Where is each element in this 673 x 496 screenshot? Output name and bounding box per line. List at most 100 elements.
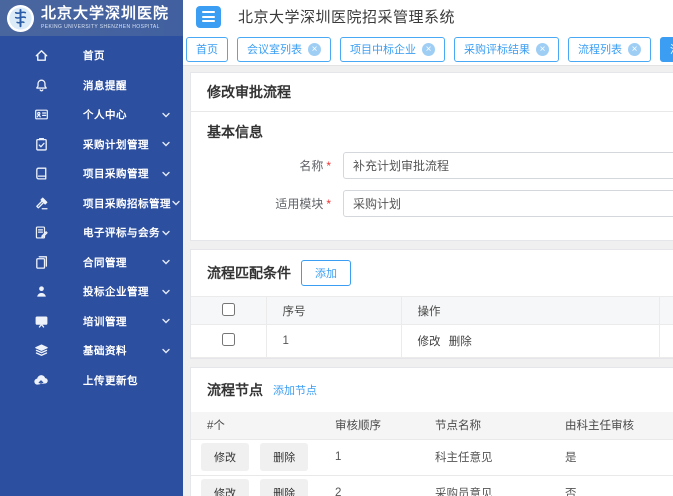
tab-flow-active[interactable]: 流程 (660, 37, 673, 62)
cell-node-name: 科主任意见 (419, 439, 549, 475)
topbar: 北京大学深圳医院招采管理系统 (183, 0, 673, 33)
col-node-name: 节点名称 (419, 412, 549, 439)
tab-winning-companies[interactable]: 项目中标企业 (340, 37, 445, 62)
chevron-down-icon (161, 287, 171, 297)
module-field-label: 适用模块 (275, 197, 323, 211)
cell-node-name: 采购员意见 (419, 475, 549, 496)
bell-icon (33, 77, 49, 93)
sidebar-item-project-purchase[interactable]: 项目采购管理 (0, 159, 183, 189)
chevron-down-icon (171, 198, 181, 208)
sidebar-item-upload-package[interactable]: 上传更新包 (0, 366, 183, 396)
close-icon[interactable] (536, 43, 549, 56)
hospital-name-en: PEKING UNIVERSITY SHENZHEN HOSPITAL (41, 25, 169, 30)
cell-dept-head: 是 (549, 439, 673, 475)
sidebar-item-base-data[interactable]: 基础资料 (0, 336, 183, 366)
cell-seq: 1 (266, 325, 401, 358)
id-card-icon (33, 107, 49, 123)
col-order: 审核顺序 (319, 412, 419, 439)
table-row: 修改 删除 1 科主任意见 是 (191, 439, 673, 475)
chevron-down-icon (161, 228, 171, 238)
section-title-basic-info: 基本信息 (207, 124, 263, 140)
card-flow-nodes: 流程节点 添加节点 #个 审核顺序 节点名称 由科主任审核 修改 删除 (190, 367, 673, 496)
book-icon (33, 166, 49, 182)
table-header-row: #个 审核顺序 节点名称 由科主任审核 (191, 412, 673, 439)
cell-actions: 修改 删除 (401, 325, 659, 358)
sidebar-item-purchase-plan[interactable]: 采购计划管理 (0, 130, 183, 160)
chevron-down-icon (161, 346, 171, 356)
name-input[interactable] (343, 152, 673, 179)
card-match-conditions: 流程匹配条件 添加 序号 操作 字 1 修改 删 (190, 249, 673, 359)
sidebar-item-eval-meeting[interactable]: 电子评标与会务 (0, 218, 183, 248)
sidebar-item-training[interactable]: 培训管理 (0, 307, 183, 337)
contract-icon (33, 254, 49, 270)
col-num: #个 (191, 412, 319, 439)
col-operation: 操作 (401, 297, 659, 325)
app-title: 北京大学深圳医院招采管理系统 (238, 6, 455, 27)
cell-dept-head: 否 (549, 475, 673, 496)
home-icon (33, 48, 49, 64)
sidebar-item-bidder-companies[interactable]: 投标企业管理 (0, 277, 183, 307)
cell-order: 2 (319, 475, 419, 496)
section-title-flow-nodes: 流程节点 (207, 380, 263, 400)
col-dept-head-review: 由科主任审核 (549, 412, 673, 439)
sidebar: 北京大学深圳医院 PEKING UNIVERSITY SHENZHEN HOSP… (0, 0, 183, 496)
sidebar-menu: 首页 消息提醒 个人中心 采购计划管理 (0, 36, 183, 395)
cell-clipped: 计 (659, 325, 673, 358)
table-row: 1 修改 删除 计 (191, 325, 673, 358)
flow-nodes-table: #个 审核顺序 节点名称 由科主任审核 修改 删除 1 科主任意见 是 (191, 412, 673, 496)
clipboard-check-icon (33, 136, 49, 152)
delete-link[interactable]: 删除 (449, 336, 472, 348)
cloud-upload-icon (33, 372, 49, 388)
select-all-checkbox[interactable] (222, 303, 235, 316)
required-asterisk (323, 197, 331, 211)
chevron-down-icon (161, 110, 171, 120)
user-icon (33, 284, 49, 300)
hospital-logo: 北京大学深圳医院 PEKING UNIVERSITY SHENZHEN HOSP… (0, 0, 183, 36)
cell-order: 1 (319, 439, 419, 475)
card-basic-info: 修改审批流程 基本信息 名称 适用模块 (190, 72, 673, 241)
add-node-link[interactable]: 添加节点 (273, 382, 317, 398)
gavel-icon (33, 195, 49, 211)
chevron-down-icon (161, 316, 171, 326)
tab-eval-results[interactable]: 采购评标结果 (454, 37, 559, 62)
sidebar-item-contracts[interactable]: 合同管理 (0, 248, 183, 278)
close-icon[interactable] (628, 43, 641, 56)
edit-button[interactable]: 修改 (201, 443, 249, 471)
match-conditions-table: 序号 操作 字 1 修改 删除 计 (191, 296, 673, 358)
table-header-row: 序号 操作 字 (191, 297, 673, 325)
tab-home[interactable]: 首页 (186, 37, 228, 62)
delete-button[interactable]: 删除 (260, 443, 308, 471)
name-field-label: 名称 (299, 159, 323, 173)
main-area: 北京大学深圳医院招采管理系统 首页 会议室列表 项目中标企业 采购评标结果 流程… (183, 0, 673, 496)
required-asterisk (323, 159, 331, 173)
sidebar-item-profile[interactable]: 个人中心 (0, 100, 183, 130)
page-title: 修改审批流程 (207, 84, 291, 100)
chevron-down-icon (161, 139, 171, 149)
section-title-match-conditions: 流程匹配条件 (207, 263, 291, 283)
presentation-icon (33, 313, 49, 329)
basic-info-form: 名称 适用模块 (207, 152, 673, 217)
sidebar-item-bidding[interactable]: 项目采购招标管理 (0, 189, 183, 219)
hamburger-menu-button[interactable] (196, 6, 221, 28)
edit-button[interactable]: 修改 (201, 479, 249, 496)
sidebar-item-home[interactable]: 首页 (0, 41, 183, 71)
chevron-down-icon (161, 169, 171, 179)
hospital-name: 北京大学深圳医院 (41, 7, 169, 22)
close-icon[interactable] (422, 43, 435, 56)
doc-pen-icon (33, 225, 49, 241)
edit-link[interactable]: 修改 (418, 336, 441, 348)
layers-icon (33, 343, 49, 359)
tab-flow-list[interactable]: 流程列表 (568, 37, 651, 62)
app-window: 北京大学深圳医院 PEKING UNIVERSITY SHENZHEN HOSP… (0, 0, 673, 496)
sidebar-item-messages[interactable]: 消息提醒 (0, 71, 183, 101)
col-seq: 序号 (266, 297, 401, 325)
row-checkbox[interactable] (222, 333, 235, 346)
page-content: 修改审批流程 基本信息 名称 适用模块 (183, 66, 673, 496)
tab-meeting-room-list[interactable]: 会议室列表 (237, 37, 331, 62)
col-clipped: 字 (659, 297, 673, 325)
add-condition-button[interactable]: 添加 (301, 260, 351, 286)
close-icon[interactable] (308, 43, 321, 56)
delete-button[interactable]: 删除 (260, 479, 308, 496)
table-row: 修改 删除 2 采购员意见 否 (191, 475, 673, 496)
applicable-module-input[interactable] (343, 190, 673, 217)
